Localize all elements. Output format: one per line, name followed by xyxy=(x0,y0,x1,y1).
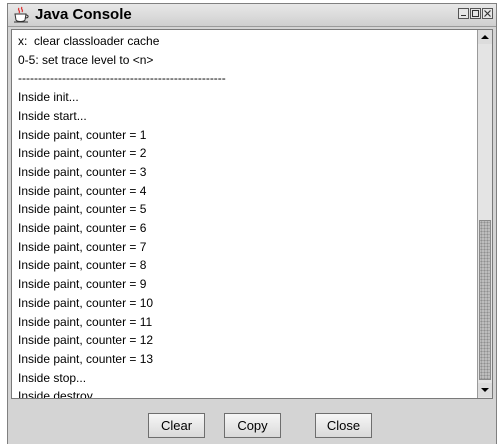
scrollbar-thumb[interactable] xyxy=(479,220,491,380)
console-line: Inside paint, counter = 12 xyxy=(18,333,154,348)
maximize-icon xyxy=(472,10,479,17)
maximize-button[interactable] xyxy=(470,8,481,19)
console-line: Inside paint, counter = 1 xyxy=(18,127,147,142)
java-console-window: Java Console x: clear classloader cache … xyxy=(7,3,497,444)
arrow-down-icon xyxy=(481,388,489,392)
console-text-area[interactable]: x: clear classloader cache 0-5: set trac… xyxy=(18,32,478,398)
console-line: Inside paint, counter = 5 xyxy=(18,202,147,217)
copy-button[interactable]: Copy xyxy=(224,413,281,438)
close-button[interactable]: Close xyxy=(315,413,372,438)
console-line: x: clear classloader cache xyxy=(18,34,160,48)
console-line: Inside paint, counter = 10 xyxy=(18,295,154,310)
close-window-button[interactable] xyxy=(482,8,493,19)
title-bar[interactable]: Java Console xyxy=(8,4,496,27)
console-line: Inside paint, counter = 13 xyxy=(18,351,154,366)
vertical-scrollbar[interactable] xyxy=(477,30,492,398)
minimize-icon xyxy=(461,15,466,16)
console-line: Inside paint, counter = 2 xyxy=(18,146,147,161)
button-bar: Clear Copy Close xyxy=(8,402,496,444)
java-cup-icon xyxy=(14,6,29,23)
console-line: Inside paint, counter = 11 xyxy=(18,314,153,329)
console-line: Inside start... xyxy=(18,108,87,123)
window-title: Java Console xyxy=(35,6,132,23)
console-line: 0-5: set trace level to <n> xyxy=(18,52,154,67)
close-icon xyxy=(484,10,491,17)
arrow-up-icon xyxy=(481,35,489,39)
clear-button[interactable]: Clear xyxy=(148,413,205,438)
console-line: ----------------------------------------… xyxy=(18,71,226,86)
scroll-up-button[interactable] xyxy=(478,30,492,44)
console-output-pane[interactable]: x: clear classloader cache 0-5: set trac… xyxy=(11,29,493,399)
minimize-button[interactable] xyxy=(458,8,469,19)
console-line: Inside paint, counter = 3 xyxy=(18,164,147,179)
console-line: Inside paint, counter = 8 xyxy=(18,258,147,273)
console-line: Inside stop... xyxy=(18,370,87,385)
console-line: Inside paint, counter = 4 xyxy=(18,183,147,198)
scroll-down-button[interactable] xyxy=(478,383,492,397)
console-line: Inside init... xyxy=(18,90,79,105)
console-line: Inside destroy... xyxy=(18,389,102,398)
console-line: Inside paint, counter = 7 xyxy=(18,239,147,254)
console-line: Inside paint, counter = 9 xyxy=(18,277,147,292)
console-line: Inside paint, counter = 6 xyxy=(18,221,147,236)
